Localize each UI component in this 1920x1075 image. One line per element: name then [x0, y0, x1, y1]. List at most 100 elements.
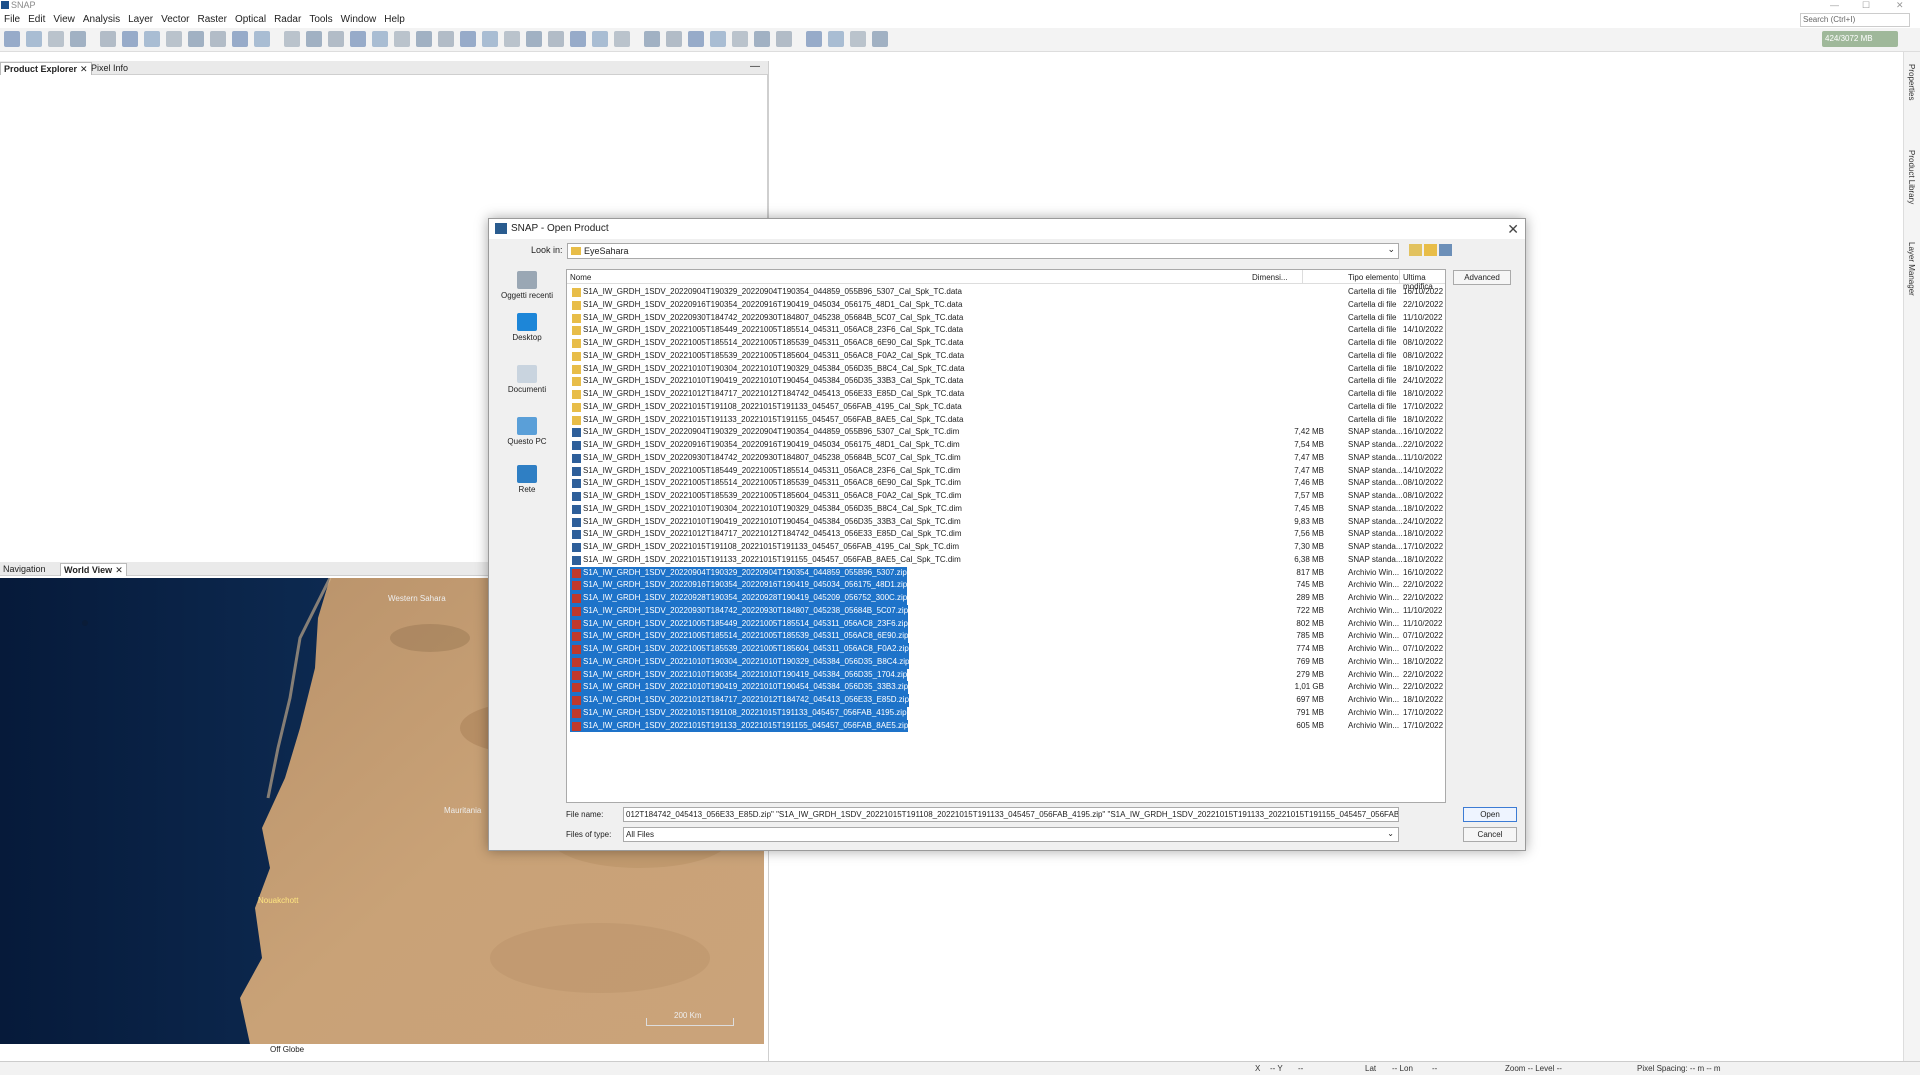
- file-row[interactable]: S1A_IW_GRDH_1SDV_20221012T184717_2022101…: [567, 388, 1445, 401]
- file-name[interactable]: S1A_IW_GRDH_1SDV_20221005T185514_2022100…: [570, 337, 964, 350]
- file-name[interactable]: S1A_IW_GRDH_1SDV_20221005T185539_2022100…: [570, 350, 964, 363]
- file-name[interactable]: S1A_IW_GRDH_1SDV_20220930T184742_2022093…: [570, 452, 961, 465]
- file-name[interactable]: S1A_IW_GRDH_1SDV_20221005T185449_2022100…: [570, 324, 963, 337]
- grid-icon[interactable]: [144, 31, 160, 47]
- ellipse-icon[interactable]: [460, 31, 476, 47]
- tab-pixel-info[interactable]: Pixel Info: [88, 62, 131, 75]
- file-name[interactable]: S1A_IW_GRDH_1SDV_20221010T190419_2022101…: [570, 375, 963, 388]
- file-row[interactable]: S1A_IW_GRDH_1SDV_20220904T190329_2022090…: [567, 286, 1445, 299]
- file-name-input[interactable]: 012T184742_045413_056E33_E85D.zip" "S1A_…: [623, 807, 1399, 822]
- file-row[interactable]: S1A_IW_GRDH_1SDV_20220930T184742_2022093…: [567, 452, 1445, 465]
- file-name[interactable]: S1A_IW_GRDH_1SDV_20220930T184742_2022093…: [570, 604, 909, 618]
- close-icon[interactable]: ✕: [115, 565, 123, 575]
- file-name[interactable]: S1A_IW_GRDH_1SDV_20220928T190354_2022092…: [570, 592, 908, 605]
- graph-builder-icon[interactable]: [232, 31, 248, 47]
- open-button[interactable]: Open: [1463, 807, 1517, 822]
- line-icon[interactable]: [394, 31, 410, 47]
- memory-indicator[interactable]: 424/3072 MB: [1822, 31, 1898, 47]
- menu-layer[interactable]: Layer: [124, 12, 157, 27]
- redo-icon[interactable]: [70, 31, 86, 47]
- look-in-dropdown[interactable]: EyeSahara ⌄: [567, 243, 1399, 259]
- file-name[interactable]: S1A_IW_GRDH_1SDV_20221015T191108_2022101…: [570, 706, 907, 720]
- menu-help[interactable]: Help: [380, 12, 409, 27]
- file-row[interactable]: S1A_IW_GRDH_1SDV_20220904T190329_2022090…: [567, 426, 1445, 439]
- menu-raster[interactable]: Raster: [193, 12, 230, 27]
- file-row[interactable]: S1A_IW_GRDH_1SDV_20220904T190329_2022090…: [567, 566, 1445, 580]
- file-list[interactable]: Nome Dimensi... Tipo elemento Ultima mod…: [566, 269, 1446, 803]
- menu-tools[interactable]: Tools: [305, 12, 336, 27]
- export-icon[interactable]: [122, 31, 138, 47]
- file-row[interactable]: S1A_IW_GRDH_1SDV_20220916T190354_2022091…: [567, 299, 1445, 312]
- select-icon[interactable]: [284, 31, 300, 47]
- save-icon[interactable]: [26, 31, 42, 47]
- undo-icon[interactable]: [48, 31, 64, 47]
- file-name[interactable]: S1A_IW_GRDH_1SDV_20220916T190354_2022091…: [570, 299, 962, 312]
- file-name[interactable]: S1A_IW_GRDH_1SDV_20221015T191108_2022101…: [570, 401, 962, 414]
- globe-icon[interactable]: [688, 31, 704, 47]
- menu-view[interactable]: View: [49, 12, 79, 27]
- file-row[interactable]: S1A_IW_GRDH_1SDV_20220916T190354_2022091…: [567, 439, 1445, 452]
- pin-icon[interactable]: [372, 31, 388, 47]
- file-name[interactable]: S1A_IW_GRDH_1SDV_20220916T190354_2022091…: [570, 579, 908, 592]
- sync-icon[interactable]: [754, 31, 770, 47]
- file-row[interactable]: S1A_IW_GRDH_1SDV_20221015T191108_2022101…: [567, 401, 1445, 414]
- column-type[interactable]: Tipo elemento: [1348, 273, 1398, 282]
- file-name[interactable]: S1A_IW_GRDH_1SDV_20221015T191133_2022101…: [570, 719, 909, 733]
- menu-window[interactable]: Window: [337, 12, 381, 27]
- menu-vector[interactable]: Vector: [157, 12, 193, 27]
- time-series-icon[interactable]: [526, 31, 542, 47]
- file-row[interactable]: S1A_IW_GRDH_1SDV_20221005T185514_2022100…: [567, 337, 1445, 350]
- file-name[interactable]: S1A_IW_GRDH_1SDV_20221012T184717_2022101…: [570, 528, 962, 541]
- file-name[interactable]: S1A_IW_GRDH_1SDV_20221010T190304_2022101…: [570, 363, 965, 376]
- column-size[interactable]: Dimensi...: [1252, 273, 1288, 282]
- file-row[interactable]: S1A_IW_GRDH_1SDV_20221012T184717_2022101…: [567, 528, 1445, 541]
- file-name[interactable]: S1A_IW_GRDH_1SDV_20221012T184717_2022101…: [570, 694, 910, 707]
- file-row[interactable]: S1A_IW_GRDH_1SDV_20221005T185539_2022100…: [567, 643, 1445, 656]
- file-row[interactable]: S1A_IW_GRDH_1SDV_20221010T190419_2022101…: [567, 375, 1445, 388]
- menu-radar[interactable]: Radar: [270, 12, 305, 27]
- file-name[interactable]: S1A_IW_GRDH_1SDV_20221005T185539_2022100…: [570, 643, 909, 656]
- file-name[interactable]: S1A_IW_GRDH_1SDV_20220904T190329_2022090…: [570, 426, 959, 439]
- advanced-button[interactable]: Advanced: [1453, 270, 1511, 285]
- file-row[interactable]: S1A_IW_GRDH_1SDV_20221015T191133_2022101…: [567, 554, 1445, 567]
- file-row[interactable]: S1A_IW_GRDH_1SDV_20221005T185539_2022100…: [567, 350, 1445, 363]
- terrain-icon[interactable]: [570, 31, 586, 47]
- file-name[interactable]: S1A_IW_GRDH_1SDV_20221005T185514_2022100…: [570, 477, 961, 490]
- file-row[interactable]: S1A_IW_GRDH_1SDV_20221010T190304_2022101…: [567, 655, 1445, 669]
- file-row[interactable]: S1A_IW_GRDH_1SDV_20221015T191108_2022101…: [567, 706, 1445, 720]
- tab-navigation[interactable]: Navigation: [0, 563, 49, 576]
- file-name[interactable]: S1A_IW_GRDH_1SDV_20221010T190419_2022101…: [570, 516, 961, 529]
- file-name[interactable]: S1A_IW_GRDH_1SDV_20220904T190329_2022090…: [570, 286, 962, 299]
- polygon-icon[interactable]: [438, 31, 454, 47]
- file-row[interactable]: S1A_IW_GRDH_1SDV_20220930T184742_2022093…: [567, 604, 1445, 618]
- file-name[interactable]: S1A_IW_GRDH_1SDV_20221015T191133_2022101…: [570, 414, 963, 427]
- file-row[interactable]: S1A_IW_GRDH_1SDV_20221010T190419_2022101…: [567, 681, 1445, 694]
- menu-file[interactable]: File: [0, 12, 24, 27]
- chart-icon[interactable]: [666, 31, 682, 47]
- up-folder-icon[interactable]: [1409, 244, 1422, 256]
- zoom-in-icon[interactable]: [350, 31, 366, 47]
- file-name[interactable]: S1A_IW_GRDH_1SDV_20221012T184717_2022101…: [570, 388, 964, 401]
- search-input[interactable]: Search (Ctrl+I): [1800, 13, 1910, 27]
- dialog-close-icon[interactable]: ✕: [1507, 221, 1519, 238]
- close-window-button[interactable]: ✕: [1896, 0, 1904, 11]
- file-row[interactable]: S1A_IW_GRDH_1SDV_20221012T184717_2022101…: [567, 694, 1445, 707]
- range-finder-icon[interactable]: [482, 31, 498, 47]
- gcp-icon[interactable]: [210, 31, 226, 47]
- file-row[interactable]: S1A_IW_GRDH_1SDV_20220930T184742_2022093…: [567, 312, 1445, 325]
- place-network[interactable]: Rete: [497, 465, 557, 494]
- file-row[interactable]: S1A_IW_GRDH_1SDV_20221005T185449_2022100…: [567, 617, 1445, 631]
- batch-icon[interactable]: [254, 31, 270, 47]
- open-product-icon[interactable]: [4, 31, 20, 47]
- file-name[interactable]: S1A_IW_GRDH_1SDV_20221010T190354_2022101…: [570, 668, 908, 682]
- maximize-button[interactable]: ☐: [1862, 0, 1870, 11]
- menu-analysis[interactable]: Analysis: [79, 12, 124, 27]
- file-row[interactable]: S1A_IW_GRDH_1SDV_20221015T191108_2022101…: [567, 541, 1445, 554]
- minimize-panel-icon[interactable]: —: [750, 61, 760, 72]
- file-row[interactable]: S1A_IW_GRDH_1SDV_20221010T190419_2022101…: [567, 516, 1445, 529]
- file-row[interactable]: S1A_IW_GRDH_1SDV_20221010T190354_2022101…: [567, 668, 1445, 682]
- tile-vertical-icon[interactable]: [828, 31, 844, 47]
- close-icon[interactable]: ✕: [80, 64, 88, 74]
- file-row[interactable]: S1A_IW_GRDH_1SDV_20221010T190304_2022101…: [567, 363, 1445, 376]
- file-row[interactable]: S1A_IW_GRDH_1SDV_20221005T185514_2022100…: [567, 477, 1445, 490]
